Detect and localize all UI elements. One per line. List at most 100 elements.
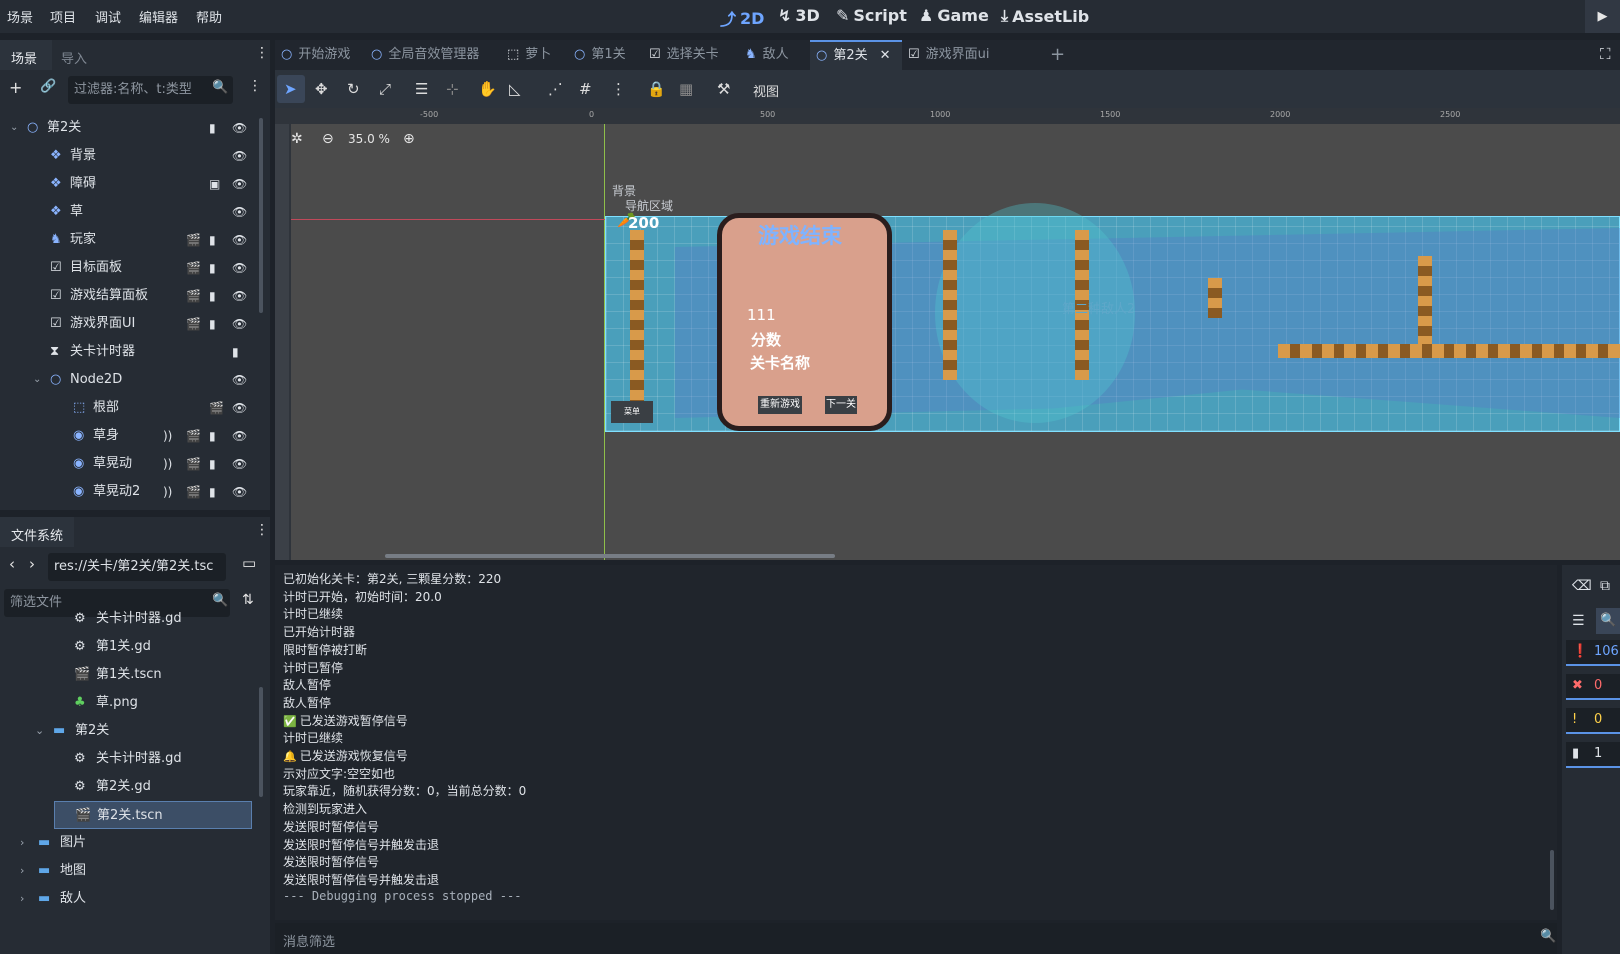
workspace-assetlib-button[interactable]: ⤓ AssetLib [1001,6,1089,26]
forward-icon[interactable]: › [29,555,35,573]
distraction-free-icon[interactable]: ⛶ [1600,45,1611,63]
scene-tree-node[interactable]: ⌄ ○ 第2关 👁 ▮ [0,114,255,142]
zoom-in-icon[interactable]: ⊕ [403,131,415,147]
file-list-item[interactable]: › ▬ 敌人 [0,885,255,913]
tab-scene-6[interactable]: ○ 第2关 ✕ [810,40,902,70]
tab-scene-1[interactable]: ○ 全局音效管理器 [365,40,499,70]
file-list-item[interactable]: ♣ 草.png [0,689,255,717]
scene-tree-node[interactable]: ⌄ ○ Node2D 👁 [0,366,255,394]
scene-tree-node[interactable]: ☑ 目标面板 👁 ▮ 🎬 [0,254,255,282]
link-icon[interactable]: 🔗 [40,79,56,94]
tab-scene-7[interactable]: ☑ 游戏界面ui [902,40,1010,70]
scene-filter-input[interactable]: 过滤器:名称、t:类型 [68,76,233,104]
file-list-item[interactable]: 🎬 第2关.tscn [54,801,252,829]
grid-snap-icon[interactable]: # [579,80,592,98]
group-icon[interactable]: ▦ [679,80,693,98]
chevron-right-icon[interactable]: › [20,829,24,857]
scale-tool-icon[interactable]: ⤢ [379,80,391,98]
pivot-tool-icon[interactable]: ⊹ [446,80,459,98]
file-tree-scrollbar[interactable] [259,687,263,797]
lock-icon[interactable]: ▣ [209,170,220,198]
visibility-icon[interactable]: 👁 [232,198,247,226]
visibility-icon[interactable]: 👁 [232,450,247,478]
snap-options-icon[interactable]: ⋮ [611,80,626,98]
path-field[interactable]: res://关卡/第2关/第2关.tsc [48,553,226,581]
visibility-icon[interactable]: 👁 [232,478,247,506]
smart-snap-icon[interactable]: ⋰ [548,80,563,98]
scene-tree-node[interactable]: ❖ 障碍 👁 ▣ [0,170,255,198]
file-list-item[interactable]: › ▬ 图片 [0,829,255,857]
rotate-tool-icon[interactable]: ↻ [347,80,360,98]
script-icon[interactable]: ▮ [209,282,216,310]
dock-menu-icon[interactable]: ⋮ [255,45,269,61]
zoom-out-icon[interactable]: ⊖ [322,131,334,147]
file-list-item[interactable]: › ▬ 地图 [0,857,255,885]
restart-button[interactable]: 重新游戏 [758,396,802,414]
menu-help[interactable]: 帮助 [196,7,222,26]
view-menu[interactable]: 视图 [753,81,779,100]
workspace-game-button[interactable]: ♟ Game [919,6,989,25]
scene-tree-node[interactable]: ⧗ 关卡计时器 ▮ [0,338,255,366]
dock-menu-icon[interactable]: ⋮ [255,522,269,538]
message-filter-input[interactable]: 消息筛选 [283,931,335,950]
visibility-icon[interactable]: 👁 [232,422,247,450]
workspace-3d-button[interactable]: ↯ 3D [778,6,820,25]
script-icon[interactable]: ▮ [209,114,216,142]
visibility-icon[interactable]: 👁 [232,310,247,338]
collapse-icon[interactable]: ☰ [1572,613,1585,629]
close-icon[interactable]: ✕ [880,41,891,71]
instance-icon[interactable]: 🎬 [209,394,224,422]
workspace-script-button[interactable]: ✎ Script [836,6,907,25]
file-list-item[interactable]: ⚙ 关卡计时器.gd [0,745,255,773]
bone-tool-icon[interactable]: ⚒ [717,80,730,98]
scene-tree-node[interactable]: ◉ 草晃动2 👁 ▮ 🎬)) [0,478,255,506]
output-scrollbar[interactable] [1550,850,1554,910]
instance-icon[interactable]: 🎬 [186,422,201,450]
instance-icon[interactable]: 🎬 [186,478,201,506]
visibility-icon[interactable]: 👁 [232,142,247,170]
chevron-right-icon[interactable]: › [20,885,24,913]
expand-arrow-icon[interactable]: ⌄ [10,114,18,142]
scene-tree-node[interactable]: ◉ 草晃动 👁 ▮ 🎬)) [0,450,255,478]
scene-options-icon[interactable]: ⋮ [248,78,262,94]
tab-import[interactable]: 导入 [61,48,87,67]
copy-output-icon[interactable]: ⧉ [1600,578,1610,594]
file-list-item[interactable]: ⌄ ▬ 第2关 [0,717,255,745]
visibility-icon[interactable]: 👁 [232,170,247,198]
add-node-icon[interactable]: + [9,78,22,97]
move-tool-icon[interactable]: ✥ [315,80,328,98]
file-list-item[interactable]: 🎬 第1关.tscn [0,661,255,689]
tab-scene-3[interactable]: ○ 第1关 [568,40,642,70]
file-list-item[interactable]: ⚙ 第1关.gd [0,633,255,661]
instance-icon[interactable]: 🎬 [186,226,201,254]
visibility-icon[interactable]: 👁 [232,226,247,254]
expand-arrow-icon[interactable]: ⌄ [33,366,41,394]
list-select-icon[interactable]: ☰ [415,80,428,98]
signal-icon[interactable]: )) [163,450,172,478]
visibility-icon[interactable]: 👁 [232,254,247,282]
pan-tool-icon[interactable]: ✋ [478,80,497,98]
instance-icon[interactable]: 🎬 [186,310,201,338]
chevron-down-icon[interactable]: ⌄ [35,717,44,745]
menu-small-button[interactable]: 菜单 [611,401,653,423]
next-level-button[interactable]: 下一关 [825,396,857,414]
ruler-tool-icon[interactable]: ◺ [509,80,521,98]
script-icon[interactable]: ▮ [209,478,216,506]
scene-tree-node[interactable]: ☑ 游戏界面UI 👁 ▮ 🎬 [0,310,255,338]
select-tool-icon[interactable]: ➤ [284,80,297,98]
zoom-level[interactable]: 35.0 % [348,132,390,146]
visibility-icon[interactable]: 👁 [232,282,247,310]
instance-icon[interactable]: 🎬 [186,282,201,310]
instance-icon[interactable]: 🎬 [186,450,201,478]
search-icon[interactable]: 🔍 [1600,613,1616,628]
workspace-2d-button[interactable]: ⤴ 2D [720,6,764,30]
canvas-viewport[interactable]: -50005001000150020002500 0 500 ✲ ⊖ 35.0 … [275,108,1620,560]
tab-scene-5[interactable]: ♞ 敌人 [739,40,809,70]
add-tab-icon[interactable]: + [1050,44,1065,65]
output-filter-toggle[interactable]: ! 0 [1566,708,1620,734]
menu-project[interactable]: 项目 [50,7,76,26]
scene-tree-node[interactable]: ❖ 背景 👁 [0,142,255,170]
visibility-icon[interactable]: 👁 [232,366,247,394]
output-filter-toggle[interactable]: ❗ 106 [1566,640,1620,666]
visibility-icon[interactable]: 👁 [232,394,247,422]
